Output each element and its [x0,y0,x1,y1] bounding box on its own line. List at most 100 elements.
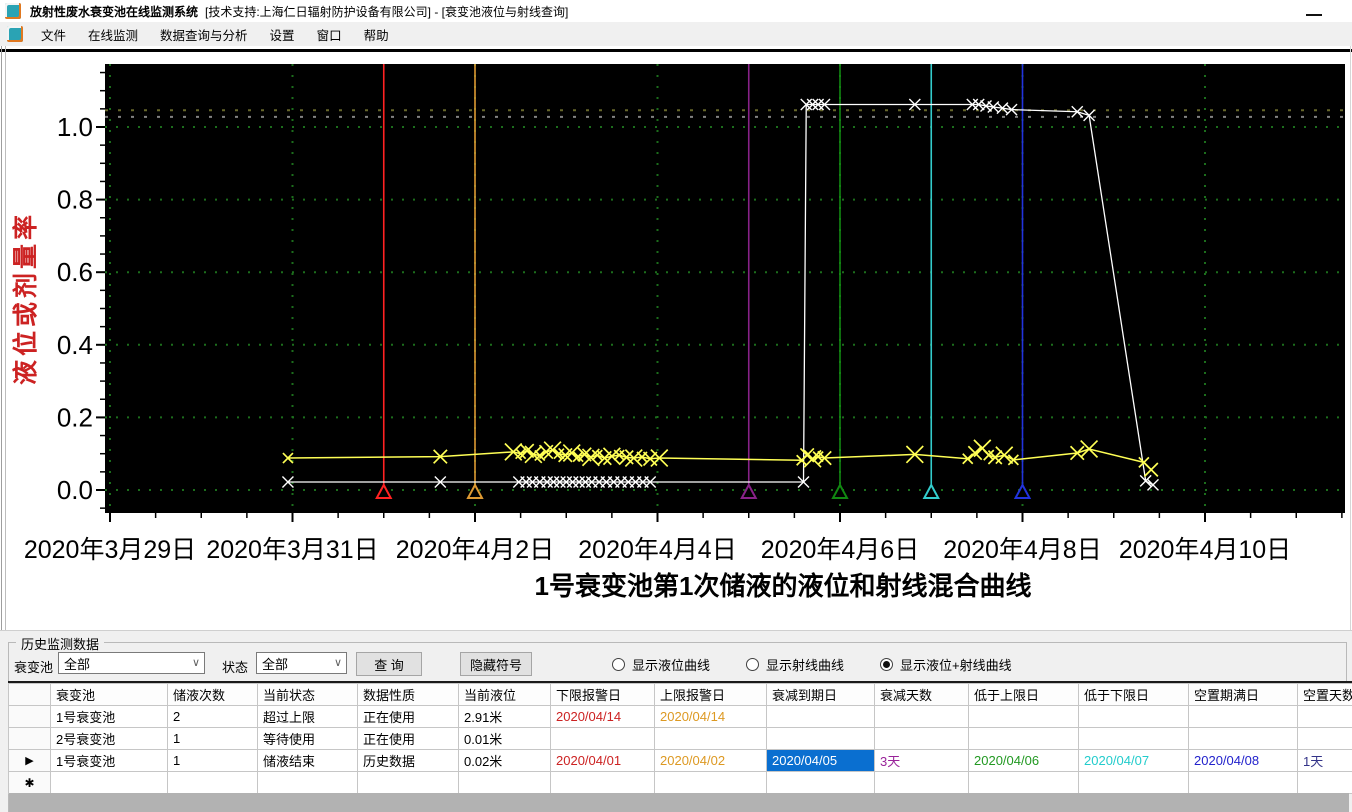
table-column-header[interactable]: 衰减到期日 [767,684,875,706]
table-cell[interactable]: 储液结束 [258,750,358,772]
table-column-header[interactable]: 储液次数 [168,684,258,706]
table-cell[interactable] [459,772,551,794]
table-cell[interactable] [258,772,358,794]
table-column-header[interactable]: 空置期满日 [1189,684,1298,706]
table-cell[interactable]: 2.91米 [459,706,551,728]
table-cell[interactable]: 2020/04/02 [655,750,767,772]
table-cell[interactable] [358,772,459,794]
mdi-child-icon [7,26,23,42]
table-cell[interactable]: 正在使用 [358,706,459,728]
window-titlebar: 放射性废水衰变池在线监测系统 [技术支持:上海仁日辐射防护设备有限公司] - [… [0,0,1352,22]
table-column-header[interactable]: 当前状态 [258,684,358,706]
svg-text:0.8: 0.8 [57,185,93,215]
table-cell[interactable]: 1 [168,728,258,750]
table-cell[interactable]: 1号衰变池 [51,750,168,772]
table-cell[interactable]: 2020/04/14 [655,706,767,728]
table-cell[interactable] [1189,728,1298,750]
table-cell[interactable] [1298,728,1352,750]
pool-filter-label: 衰变池 [14,657,53,676]
table-cell[interactable] [1079,728,1189,750]
svg-text:2020年4月6日: 2020年4月6日 [761,536,919,564]
table-cell[interactable]: 2020/04/01 [551,750,655,772]
table-cell[interactable]: 正在使用 [358,728,459,750]
table-cell[interactable] [1189,706,1298,728]
table-cell[interactable]: 2020/04/14 [551,706,655,728]
table-column-header[interactable]: 下限报警日 [551,684,655,706]
table-cell[interactable] [655,728,767,750]
table-cell[interactable]: 0.01米 [459,728,551,750]
table-cell[interactable] [875,728,969,750]
table-column-header[interactable]: 衰变池 [51,684,168,706]
table-cell[interactable]: 2020/04/05 [767,750,875,772]
table-cell[interactable] [551,728,655,750]
table-cell[interactable]: 2020/04/07 [1079,750,1189,772]
menu-item[interactable]: 帮助 [353,21,400,48]
current-row-indicator[interactable]: ▶ [9,750,51,772]
svg-text:0.4: 0.4 [57,330,93,360]
row-selector-cell[interactable] [9,728,51,750]
table-column-header[interactable]: 低于下限日 [1079,684,1189,706]
table-cell[interactable] [969,706,1079,728]
table-cell[interactable] [655,772,767,794]
svg-text:0.6: 0.6 [57,257,93,287]
table-cell[interactable] [551,772,655,794]
table-cell[interactable] [1298,772,1352,794]
table-cell[interactable] [875,772,969,794]
table-cell[interactable] [875,706,969,728]
table-column-header[interactable]: 当前液位 [459,684,551,706]
table-cell[interactable]: 1天 [1298,750,1352,772]
table-cell[interactable] [1189,772,1298,794]
table-cell[interactable]: 2020/04/08 [1189,750,1298,772]
table-cell[interactable] [51,772,168,794]
new-row-indicator[interactable]: ✱ [9,772,51,794]
row-selector-cell[interactable] [9,706,51,728]
table-new-row: ✱ [9,772,1352,794]
menu-item[interactable]: 数据查询与分析 [149,21,259,48]
svg-text:1.0: 1.0 [57,112,93,142]
document-title: [技术支持:上海仁日辐射防护设备有限公司] - [衰变池液位与射线查询] [205,3,568,20]
table-cell[interactable]: 1 [168,750,258,772]
minimize-icon[interactable] [1306,5,1322,16]
table-cell[interactable] [767,728,875,750]
table-cell[interactable] [1079,772,1189,794]
svg-text:0.2: 0.2 [57,402,93,432]
table-cell[interactable] [969,728,1079,750]
query-button[interactable]: 查 询 [356,652,422,676]
table-row: 1号衰变池2超过上限正在使用2.91米2020/04/142020/04/14 [9,706,1352,728]
table-cell[interactable]: 1号衰变池 [51,706,168,728]
table-cell[interactable]: 历史数据 [358,750,459,772]
status-filter-select[interactable]: 全部 ∨ [256,652,347,674]
table-cell[interactable]: 3天 [875,750,969,772]
table-column-header[interactable]: 上限报警日 [655,684,767,706]
menu-item[interactable]: 窗口 [306,21,353,48]
table-column-header[interactable]: 低于上限日 [969,684,1079,706]
curve-display-radios: 显示液位曲线 显示射线曲线 显示液位+射线曲线 [612,653,1012,675]
table-cell[interactable]: 超过上限 [258,706,358,728]
table-cell[interactable] [1079,706,1189,728]
radio-ray-curve[interactable]: 显示射线曲线 [746,655,844,674]
table-column-header[interactable]: 衰减天数 [875,684,969,706]
table-cell[interactable] [767,706,875,728]
table-cell[interactable]: 0.02米 [459,750,551,772]
table-cell[interactable]: 2号衰变池 [51,728,168,750]
table-cell[interactable] [1298,706,1352,728]
table-cell[interactable]: 2 [168,706,258,728]
hide-symbols-button[interactable]: 隐藏符号 [460,652,532,676]
table-cell[interactable] [168,772,258,794]
menu-item[interactable]: 设置 [259,21,306,48]
menu-item[interactable]: 在线监测 [77,21,149,48]
table-cell[interactable]: 等待使用 [258,728,358,750]
table-column-header[interactable]: 空置天数 [1298,684,1352,706]
pool-filter-select[interactable]: 全部 ∨ [58,652,205,674]
table-column-header[interactable]: 数据性质 [358,684,459,706]
table-cell[interactable] [969,772,1079,794]
radio-label: 显示液位曲线 [632,655,710,674]
svg-text:2020年4月10日: 2020年4月10日 [1119,536,1291,564]
table-cell[interactable]: 2020/04/06 [969,750,1079,772]
menu-item[interactable]: 文件 [30,21,77,48]
table-cell[interactable] [767,772,875,794]
table-header-row: 衰变池储液次数当前状态数据性质当前液位下限报警日上限报警日衰减到期日衰减天数低于… [9,684,1352,706]
radio-level-and-ray-curve[interactable]: 显示液位+射线曲线 [880,655,1012,674]
history-panel: 历史监测数据 衰变池 全部 ∨ 状态 全部 ∨ 查 询 隐藏符号 显示液位曲线显… [0,630,1352,812]
radio-level-curve[interactable]: 显示液位曲线 [612,655,710,674]
